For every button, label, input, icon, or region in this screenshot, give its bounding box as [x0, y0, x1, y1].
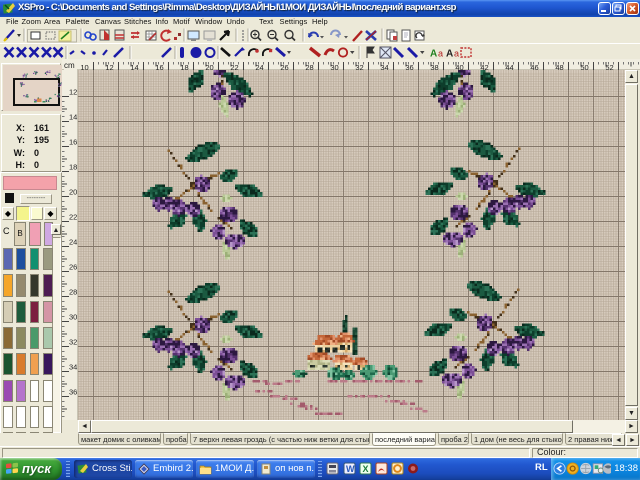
svg-text:22: 22 — [69, 213, 77, 222]
svg-text:X: X — [363, 464, 369, 474]
svg-text:12: 12 — [69, 88, 77, 97]
svg-text:32: 32 — [69, 338, 77, 347]
svg-text:28: 28 — [69, 288, 77, 297]
svg-text:26: 26 — [69, 263, 77, 272]
svg-text:36: 36 — [69, 388, 77, 397]
svg-text:14: 14 — [69, 113, 77, 122]
svg-text:A: A — [446, 49, 453, 60]
svg-text:a: a — [454, 49, 459, 59]
svg-text:24: 24 — [69, 238, 77, 247]
svg-text:34: 34 — [69, 363, 77, 372]
svg-text:30: 30 — [69, 313, 77, 322]
svg-text:a: a — [438, 49, 443, 59]
svg-text:20: 20 — [69, 188, 77, 197]
svg-text:18: 18 — [69, 163, 77, 172]
svg-text:W: W — [346, 464, 355, 474]
svg-text:16: 16 — [69, 138, 77, 147]
svg-text:A: A — [430, 49, 437, 60]
